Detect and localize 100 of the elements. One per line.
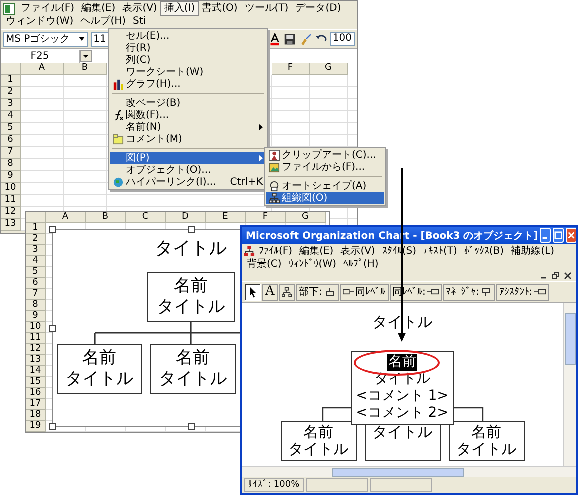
row-header[interactable]: 16 bbox=[26, 388, 46, 399]
box-tool-button[interactable]: 同ﾚﾍﾞﾙ bbox=[340, 284, 388, 300]
menu-item[interactable]: ファイルから(F)... bbox=[266, 161, 384, 173]
row-header[interactable]: 12 bbox=[1, 207, 21, 219]
text-tool-button[interactable]: A bbox=[262, 284, 278, 300]
menu-item[interactable]: 名前(N) bbox=[110, 121, 266, 133]
row-header[interactable]: 6 bbox=[1, 135, 21, 147]
menu-item[interactable]: 表示(V) bbox=[338, 245, 378, 258]
maximize-button[interactable] bbox=[553, 228, 564, 243]
menu-item[interactable]: 関数(F)... bbox=[110, 109, 266, 121]
menu-item[interactable]: ヘルプ(H) bbox=[78, 15, 130, 28]
row-header[interactable]: 1 bbox=[1, 75, 21, 87]
menu-item[interactable]: 図(P) bbox=[110, 152, 266, 164]
column-header[interactable]: G bbox=[310, 63, 348, 75]
row-header[interactable]: 14 bbox=[26, 366, 46, 377]
vertical-scrollbar[interactable] bbox=[563, 303, 576, 466]
row-header[interactable]: 4 bbox=[26, 256, 46, 267]
row-header[interactable]: 11 bbox=[1, 195, 21, 207]
column-header[interactable]: E bbox=[206, 212, 246, 223]
row-header[interactable]: 9 bbox=[26, 311, 46, 322]
resize-handle[interactable] bbox=[49, 423, 56, 430]
menu-item[interactable]: Sti bbox=[130, 15, 150, 28]
menu-item[interactable]: 編集(E) bbox=[78, 2, 119, 15]
row-header[interactable]: 5 bbox=[1, 123, 21, 135]
menu-item[interactable]: コメント(M) bbox=[110, 133, 266, 145]
row-header[interactable]: 8 bbox=[26, 300, 46, 311]
resize-handle[interactable] bbox=[188, 226, 195, 233]
minimize-button[interactable] bbox=[540, 228, 552, 243]
close-icon[interactable] bbox=[564, 272, 572, 280]
font-name-field[interactable]: MS Pゴシック bbox=[3, 32, 88, 46]
save-icon[interactable] bbox=[284, 32, 297, 46]
row-header[interactable]: 7 bbox=[26, 289, 46, 300]
row-header[interactable]: 4 bbox=[1, 111, 21, 123]
zoom-field[interactable]: 100 bbox=[330, 32, 356, 46]
box-tool-button[interactable]: 部下: bbox=[296, 284, 338, 300]
menu-item[interactable]: オブジェクト(O)... bbox=[110, 164, 266, 176]
menu-item[interactable]: 列(C) bbox=[110, 54, 266, 66]
dropdown-icon[interactable] bbox=[78, 37, 85, 41]
dropdown-icon[interactable] bbox=[80, 50, 92, 62]
resize-handle[interactable] bbox=[49, 325, 56, 332]
restore-icon[interactable] bbox=[552, 272, 560, 280]
column-header[interactable]: F bbox=[246, 212, 286, 223]
column-header[interactable]: G bbox=[286, 212, 326, 223]
menu-item[interactable]: クリップアート(C)... bbox=[266, 149, 384, 161]
column-header[interactable]: A bbox=[21, 63, 64, 75]
close-button[interactable] bbox=[566, 228, 576, 243]
brush-icon[interactable] bbox=[300, 32, 312, 46]
menu-item[interactable]: ﾎﾞｯｸｽ(B) bbox=[461, 245, 508, 258]
column-header[interactable]: D bbox=[166, 212, 206, 223]
row-header[interactable]: 11 bbox=[26, 333, 46, 344]
row-header[interactable]: 3 bbox=[1, 99, 21, 111]
menu-item[interactable]: 背景(C) bbox=[244, 258, 285, 271]
menu-item[interactable]: ﾍﾙﾌﾟ(H) bbox=[340, 258, 382, 271]
row-header[interactable]: 2 bbox=[26, 234, 46, 245]
column-header[interactable]: B bbox=[86, 212, 126, 223]
row-header[interactable]: 10 bbox=[26, 322, 46, 333]
row-header[interactable]: 19 bbox=[26, 421, 46, 432]
menu-item[interactable]: 表示(V) bbox=[120, 2, 160, 15]
menu-item[interactable]: ファイル(F) bbox=[18, 2, 78, 15]
menu-item[interactable]: データ(D) bbox=[292, 2, 344, 15]
menu-item[interactable]: 改ページ(B) bbox=[110, 97, 266, 109]
horizontal-scrollbar[interactable] bbox=[242, 466, 576, 477]
menu-item[interactable]: 挿入(I) bbox=[161, 2, 198, 15]
box-tool-button[interactable]: ﾏﾈｰｼﾞｬ: bbox=[442, 284, 496, 300]
menu-item[interactable]: ワークシート(W) bbox=[110, 66, 266, 78]
box-tool-button[interactable]: ｱｼｽﾀﾝﾄ: bbox=[496, 284, 549, 300]
org-tool-button[interactable] bbox=[279, 284, 296, 300]
row-header[interactable]: 13 bbox=[1, 219, 21, 231]
menu-item[interactable]: ウィンドウ(W) bbox=[3, 15, 77, 28]
row-header[interactable]: 17 bbox=[26, 399, 46, 410]
font-color-icon[interactable] bbox=[269, 32, 282, 46]
menu-item[interactable]: ﾌｧｲﾙ(F) bbox=[256, 245, 296, 258]
row-header[interactable]: 6 bbox=[26, 278, 46, 289]
row-header[interactable]: 13 bbox=[26, 355, 46, 366]
row-header[interactable]: 18 bbox=[26, 410, 46, 421]
menu-item[interactable]: 書式(O) bbox=[199, 2, 241, 15]
menu-item[interactable]: ハイパーリンク(I)... Ctrl+K bbox=[110, 176, 266, 188]
menu-item[interactable]: ツール(T) bbox=[242, 2, 292, 15]
row-header[interactable]: 15 bbox=[26, 377, 46, 388]
row-header[interactable]: 10 bbox=[1, 183, 21, 195]
row-header[interactable]: 12 bbox=[26, 344, 46, 355]
row-header[interactable]: 7 bbox=[1, 147, 21, 159]
row-header[interactable]: 5 bbox=[26, 267, 46, 278]
menu-item[interactable]: ﾃｷｽﾄ(T) bbox=[420, 245, 460, 258]
row-header[interactable]: 3 bbox=[26, 245, 46, 256]
row-header[interactable]: 9 bbox=[1, 171, 21, 183]
menu-item[interactable]: 補助線(L) bbox=[508, 245, 558, 258]
menu-item[interactable]: 組織図(O) bbox=[266, 192, 384, 204]
pointer-tool-button[interactable] bbox=[245, 284, 261, 300]
resize-handle[interactable] bbox=[49, 226, 56, 233]
column-header[interactable]: C bbox=[126, 212, 166, 223]
menu-item[interactable]: オートシェイプ(A) bbox=[266, 180, 384, 192]
menu-item[interactable]: グラフ(H)... bbox=[110, 78, 266, 90]
org-chart-icon[interactable] bbox=[244, 246, 255, 257]
resize-handle[interactable] bbox=[188, 423, 195, 430]
row-header[interactable]: 8 bbox=[1, 159, 21, 171]
column-header[interactable]: F bbox=[272, 63, 310, 75]
column-header[interactable]: B bbox=[64, 63, 107, 75]
row-header[interactable]: 1 bbox=[26, 223, 46, 234]
column-header[interactable]: A bbox=[46, 212, 86, 223]
